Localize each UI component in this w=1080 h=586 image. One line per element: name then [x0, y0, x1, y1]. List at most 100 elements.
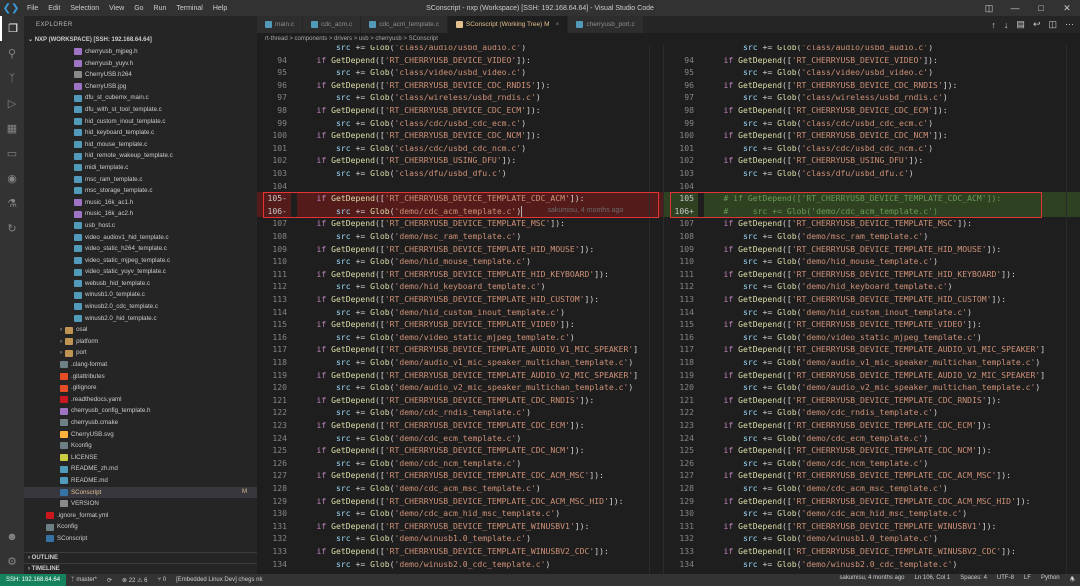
code-line[interactable]: if GetDepend(['RT_CHERRYUSB_DEVICE_TEMPL… — [704, 545, 1016, 558]
tree-file[interactable]: SConscript M — [24, 486, 257, 499]
tree-file[interactable]: music_16k_ac2.h — [24, 208, 257, 220]
tree-file[interactable]: midi_template.c — [24, 162, 257, 174]
code-line[interactable]: src += Glob('demo/cdc_rndis_template.c') — [297, 406, 531, 419]
code-line[interactable]: if GetDepend(['RT_CHERRYUSB_DEVICE_CDC_E… — [297, 104, 541, 117]
tree-file[interactable]: cherryusb.cmake — [24, 417, 257, 429]
code-line[interactable]: src += Glob('class/cdc/usbd_cdc_ecm.c') — [704, 117, 933, 130]
tree-file[interactable]: VERSION — [24, 498, 257, 510]
code-line[interactable]: src += Glob('demo/audio_v2_mic_speaker_m… — [297, 381, 633, 394]
indentation[interactable]: Spaces: 4 — [955, 575, 992, 585]
editor-tab[interactable]: main.c — [257, 16, 304, 33]
tree-file[interactable]: winusb2.0_cdc_template.c — [24, 301, 257, 313]
code-line[interactable]: if GetDepend(['RT_CHERRYUSB_DEVICE_TEMPL… — [297, 520, 590, 533]
cursor-position[interactable]: Ln 106, Col 1 — [910, 575, 956, 585]
menu-edit[interactable]: Edit — [43, 5, 65, 12]
menu-selection[interactable]: Selection — [65, 5, 104, 12]
git-graph-icon[interactable]: ↻ — [0, 216, 24, 241]
code-line[interactable]: src += Glob('demo/audio_v1_mic_speaker_m… — [704, 356, 1040, 369]
code-line[interactable]: src += Glob('class/video/usbd_video.c') — [704, 66, 933, 79]
stage-icon[interactable]: ↩ — [1033, 19, 1041, 30]
code-line[interactable]: if GetDepend(['RT_CHERRYUSB_DEVICE_TEMPL… — [704, 318, 982, 331]
code-line[interactable]: if GetDepend(['RT_CHERRYUSB_DEVICE_TEMPL… — [704, 495, 1031, 508]
menu-terminal[interactable]: Terminal — [171, 5, 207, 12]
minimize-button[interactable]: — — [1002, 0, 1028, 16]
code-line[interactable]: if GetDepend(['RT_CHERRYUSB_DEVICE_TEMPL… — [297, 545, 609, 558]
menu-run[interactable]: Run — [149, 5, 172, 12]
code-line[interactable]: src += Glob('demo/cdc_ncm_template.c') — [297, 457, 521, 470]
tree-file[interactable]: winusb1.0_template.c — [24, 289, 257, 301]
workspace-header[interactable]: ⌄ NXP (WORKSPACE) [SSH: 192.168.64.64] — [24, 34, 257, 46]
tree-file[interactable]: cherryusb_yuyv.h — [24, 58, 257, 70]
code-line[interactable]: src += Glob('demo/cdc_ncm_template.c') — [704, 457, 928, 470]
tree-file[interactable]: LICENSE — [24, 452, 257, 464]
next-change-icon[interactable]: ↓ — [1004, 20, 1009, 30]
code-line[interactable]: src += Glob('demo/winusb2.0_cdc_template… — [704, 558, 957, 571]
code-line[interactable]: src += Glob('class/cdc/usbd_cdc_ncm.c') — [704, 142, 933, 155]
code-line[interactable]: src += Glob('demo/hid_mouse_template.c') — [704, 255, 938, 268]
code-line[interactable]: src += Glob('demo/cdc_ecm_template.c') — [297, 432, 521, 445]
code-line[interactable]: # src += Glob('demo/cdc_acm_template.c') — [704, 205, 937, 218]
tree-file[interactable]: cherryusb_mjpeg.h — [24, 46, 257, 58]
timeline-section[interactable]: › TIMELINE — [24, 563, 257, 574]
tree-file[interactable]: dfu_st_cubemx_main.c — [24, 92, 257, 104]
code-line[interactable]: if GetDepend(['RT_CHERRYUSB_DEVICE_VIDEO… — [704, 54, 938, 67]
code-line[interactable]: if GetDepend(['RT_CHERRYUSB_DEVICE_VIDEO… — [297, 54, 531, 67]
editor-tab[interactable]: SConscript (Working Tree) M × — [447, 16, 569, 33]
tree-file[interactable]: cherryusb_config_template.h — [24, 405, 257, 417]
code-line[interactable]: if GetDepend(['RT_CHERRYUSB_DEVICE_TEMPL… — [704, 520, 997, 533]
tree-file[interactable]: Kconfig — [24, 521, 257, 533]
encoding[interactable]: UTF-8 — [992, 575, 1019, 585]
maximize-button[interactable]: □ — [1028, 0, 1054, 16]
minimap[interactable] — [1066, 45, 1076, 574]
breadcrumb[interactable]: rt-thread > components > drivers > usb >… — [257, 33, 1080, 45]
code-line[interactable]: src += Glob('demo/winusb1.0_template.c') — [297, 532, 531, 545]
code-line[interactable]: if GetDepend(['RT_CHERRYUSB_DEVICE_TEMPL… — [297, 217, 566, 230]
code-line[interactable]: src += Glob('demo/video_static_mjpeg_tem… — [704, 331, 982, 344]
problems-indicator[interactable]: ⊗ 22 ⚠ 6 — [117, 577, 152, 584]
code-line[interactable]: src += Glob('demo/cdc_acm_hid_msc_templa… — [704, 507, 967, 520]
code-line[interactable]: src += Glob('demo/hid_keyboard_template.… — [297, 280, 546, 293]
tree-file[interactable]: msc_ram_template.c — [24, 174, 257, 186]
git-blame-status[interactable]: sakumisu, 4 months ago — [834, 575, 909, 585]
code-line[interactable]: src += Glob('demo/msc_ram_template.c') — [297, 230, 521, 243]
tree-file[interactable]: README_zh.md — [24, 463, 257, 475]
tree-folder[interactable]: › osal — [24, 324, 257, 336]
code-line[interactable]: src += Glob('class/audio/usbd_audio.c') — [704, 45, 933, 54]
code-line[interactable]: src += Glob('demo/hid_custom_inout_templ… — [297, 306, 565, 319]
docker-icon[interactable]: ◉ — [0, 166, 24, 191]
code-line[interactable]: if GetDepend(['RT_CHERRYUSB_DEVICE_CDC_R… — [704, 79, 958, 92]
tree-file[interactable]: Kconfig — [24, 440, 257, 452]
layout-icon[interactable]: ◫ — [976, 0, 1002, 16]
code-line[interactable]: if GetDepend(['RT_CHERRYUSB_DEVICE_TEMPL… — [704, 419, 992, 432]
tree-file[interactable]: video_static_mjpeg_template.c — [24, 255, 257, 267]
notifications-icon[interactable]: 🕭 — [1065, 575, 1080, 585]
remote-explorer-icon[interactable]: ▭ — [0, 141, 24, 166]
code-line[interactable]: # if GetDepend(['RT_CHERRYUSB_DEVICE_TEM… — [704, 192, 1001, 205]
code-line[interactable]: if GetDepend(['RT_CHERRYUSB_DEVICE_TEMPL… — [297, 318, 575, 331]
code-line[interactable]: src += Glob('class/video/usbd_video.c') — [297, 66, 526, 79]
diff-original-pane[interactable]: 94 95 96 97 98 99 100 101 102 103 104 105- 106- 107 10… — [257, 45, 663, 574]
editor-tab[interactable]: cherryusb_port.c — [568, 16, 644, 33]
code-line[interactable]: if GetDepend(['RT_CHERRYUSB_DEVICE_TEMPL… — [704, 217, 973, 230]
code-line[interactable]: src += Glob('class/audio/usbd_audio.c') — [297, 45, 526, 54]
code-line[interactable]: src += Glob('demo/msc_ram_template.c') — [704, 230, 928, 243]
code-line[interactable]: src += Glob('class/wireless/usbd_rndis.c… — [704, 91, 948, 104]
code-line[interactable]: src += Glob('class/cdc/usbd_cdc_ncm.c') — [297, 142, 526, 155]
tree-file[interactable]: README.md — [24, 475, 257, 487]
run-debug-icon[interactable]: ▷ — [0, 91, 24, 116]
tree-file[interactable]: SConscript — [24, 533, 257, 545]
code-line[interactable]: src += Glob('demo/video_static_mjpeg_tem… — [297, 331, 575, 344]
tree-file[interactable]: .gitignore — [24, 382, 257, 394]
tree-file[interactable]: CherryUSB.h264 — [24, 69, 257, 81]
code-line[interactable]: if GetDepend(['RT_CHERRYUSB_DEVICE_TEMPL… — [297, 444, 585, 457]
code-line[interactable]: if GetDepend(['RT_CHERRYUSB_DEVICE_CDC_N… — [704, 129, 948, 142]
code-line[interactable]: if GetDepend(['RT_CHERRYUSB_DEVICE_TEMPL… — [704, 369, 1046, 382]
sync-icon[interactable]: ⟳ — [102, 577, 117, 584]
code-line[interactable]: src += Glob('class/dfu/usbd_dfu.c') — [704, 167, 914, 180]
code-line[interactable]: src += Glob('demo/cdc_ecm_template.c') — [704, 432, 928, 445]
code-line[interactable]: src += Glob('demo/cdc_acm_msc_template.c… — [297, 482, 541, 495]
code-line[interactable]: src += Glob('class/dfu/usbd_dfu.c') — [297, 167, 507, 180]
code-line[interactable]: if GetDepend(['RT_CHERRYUSB_DEVICE_TEMPL… — [704, 444, 992, 457]
code-line[interactable]: if GetDepend(['RT_CHERRYUSB_DEVICE_TEMPL… — [704, 243, 1002, 256]
tree-file[interactable]: hid_remote_wakeup_template.c — [24, 150, 257, 162]
